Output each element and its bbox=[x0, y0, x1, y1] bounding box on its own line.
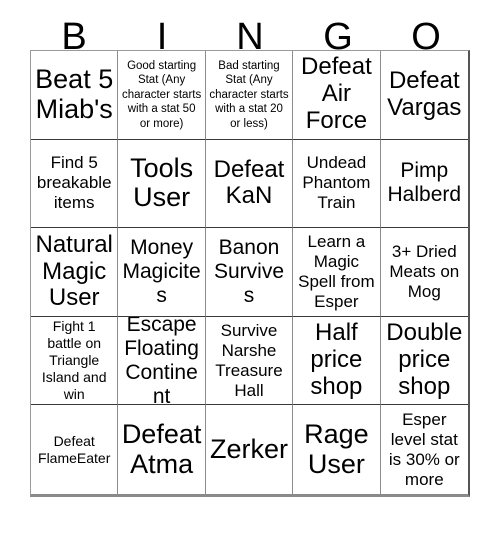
bingo-square-g3[interactable]: Learn a Magic Spell from Esper bbox=[293, 228, 381, 317]
bingo-square-b3[interactable]: Natural Magic User bbox=[31, 228, 119, 317]
bingo-grid: Beat 5 Miab's Good starting Stat (Any cha… bbox=[30, 50, 470, 497]
bingo-square-o4[interactable]: Double price shop bbox=[380, 316, 468, 406]
bingo-square-o2[interactable]: Pimp Halberd bbox=[380, 139, 468, 229]
bingo-square-o5[interactable]: Esper level stat is 30% or more bbox=[380, 405, 468, 494]
bingo-square-i3[interactable]: Money Magicites bbox=[118, 228, 206, 317]
bingo-square-text: Fight 1 battle on Triangle Island and wi… bbox=[41, 317, 107, 403]
bingo-square-text: Defeat Air Force bbox=[301, 53, 372, 135]
bingo-square-o1[interactable]: Defeat Vargas bbox=[380, 51, 468, 140]
bingo-square-text: Pimp Halberd bbox=[387, 159, 462, 207]
bingo-square-text: Survive Narshe Treasure Hall bbox=[215, 320, 283, 400]
bingo-square-text: Find 5 breakable items bbox=[36, 153, 112, 213]
bingo-square-g1[interactable]: Defeat Air Force bbox=[293, 51, 381, 140]
bingo-square-text: Bad starting Stat (Any character starts … bbox=[209, 59, 289, 130]
bingo-square-text: Money Magicites bbox=[122, 236, 201, 307]
bingo-square-g5[interactable]: Rage User bbox=[293, 405, 381, 494]
bingo-header-row: BINGO bbox=[30, 0, 470, 56]
bingo-square-text: Banon Survives bbox=[213, 236, 284, 307]
bingo-square-b2[interactable]: Find 5 breakable items bbox=[31, 139, 119, 229]
bingo-square-text: 3+ Dried Meats on Mog bbox=[389, 241, 460, 302]
bingo-square-text: Beat 5 Miab's bbox=[35, 64, 114, 124]
bingo-square-n5[interactable]: Zerker bbox=[205, 405, 294, 494]
bingo-square-n1[interactable]: Bad starting Stat (Any character starts … bbox=[205, 51, 294, 140]
bingo-square-text: Zerker bbox=[209, 433, 288, 464]
bingo-square-b1[interactable]: Beat 5 Miab's bbox=[31, 51, 119, 140]
bingo-square-b5[interactable]: Defeat FlameEater bbox=[31, 405, 119, 494]
bingo-square-i5[interactable]: Defeat Atma bbox=[118, 405, 206, 494]
bingo-square-n3[interactable]: Banon Survives bbox=[205, 228, 294, 317]
bingo-square-text: Good starting Stat (Any character starts… bbox=[121, 59, 202, 130]
bingo-card: BINGO Beat 5 Miab's Good starting Stat (A… bbox=[0, 0, 500, 544]
bingo-square-text: Rage User bbox=[304, 419, 369, 479]
bingo-square-text: Natural Magic User bbox=[35, 230, 113, 312]
bingo-square-text: Learn a Magic Spell from Esper bbox=[298, 231, 375, 312]
bingo-square-g2[interactable]: Undead Phantom Train bbox=[293, 139, 381, 229]
bingo-square-b4[interactable]: Fight 1 battle on Triangle Island and wi… bbox=[31, 316, 119, 406]
bingo-square-n4[interactable]: Survive Narshe Treasure Hall bbox=[205, 316, 294, 406]
bingo-square-i4[interactable]: Escape Floating Continent bbox=[118, 316, 206, 406]
bingo-square-o3[interactable]: 3+ Dried Meats on Mog bbox=[380, 228, 468, 317]
bingo-square-text: Half price shop bbox=[310, 319, 363, 401]
bingo-square-text: Esper level stat is 30% or more bbox=[388, 409, 460, 489]
bingo-square-text: Double price shop bbox=[386, 319, 463, 401]
bingo-square-text: Defeat Vargas bbox=[387, 66, 462, 121]
bingo-square-text: Defeat KaN bbox=[213, 155, 285, 210]
bingo-square-text: Tools User bbox=[130, 152, 194, 213]
bingo-square-text: Defeat Atma bbox=[121, 419, 202, 479]
bingo-square-text: Defeat FlameEater bbox=[38, 432, 111, 466]
bingo-square-g4[interactable]: Half price shop bbox=[293, 316, 381, 406]
bingo-square-text: Undead Phantom Train bbox=[302, 153, 371, 213]
bingo-square-i1[interactable]: Good starting Stat (Any character starts… bbox=[118, 51, 206, 140]
bingo-square-i2[interactable]: Tools User bbox=[118, 139, 206, 229]
bingo-square-n2[interactable]: Defeat KaN bbox=[205, 139, 294, 229]
bingo-square-text: Escape Floating Continent bbox=[124, 316, 199, 406]
